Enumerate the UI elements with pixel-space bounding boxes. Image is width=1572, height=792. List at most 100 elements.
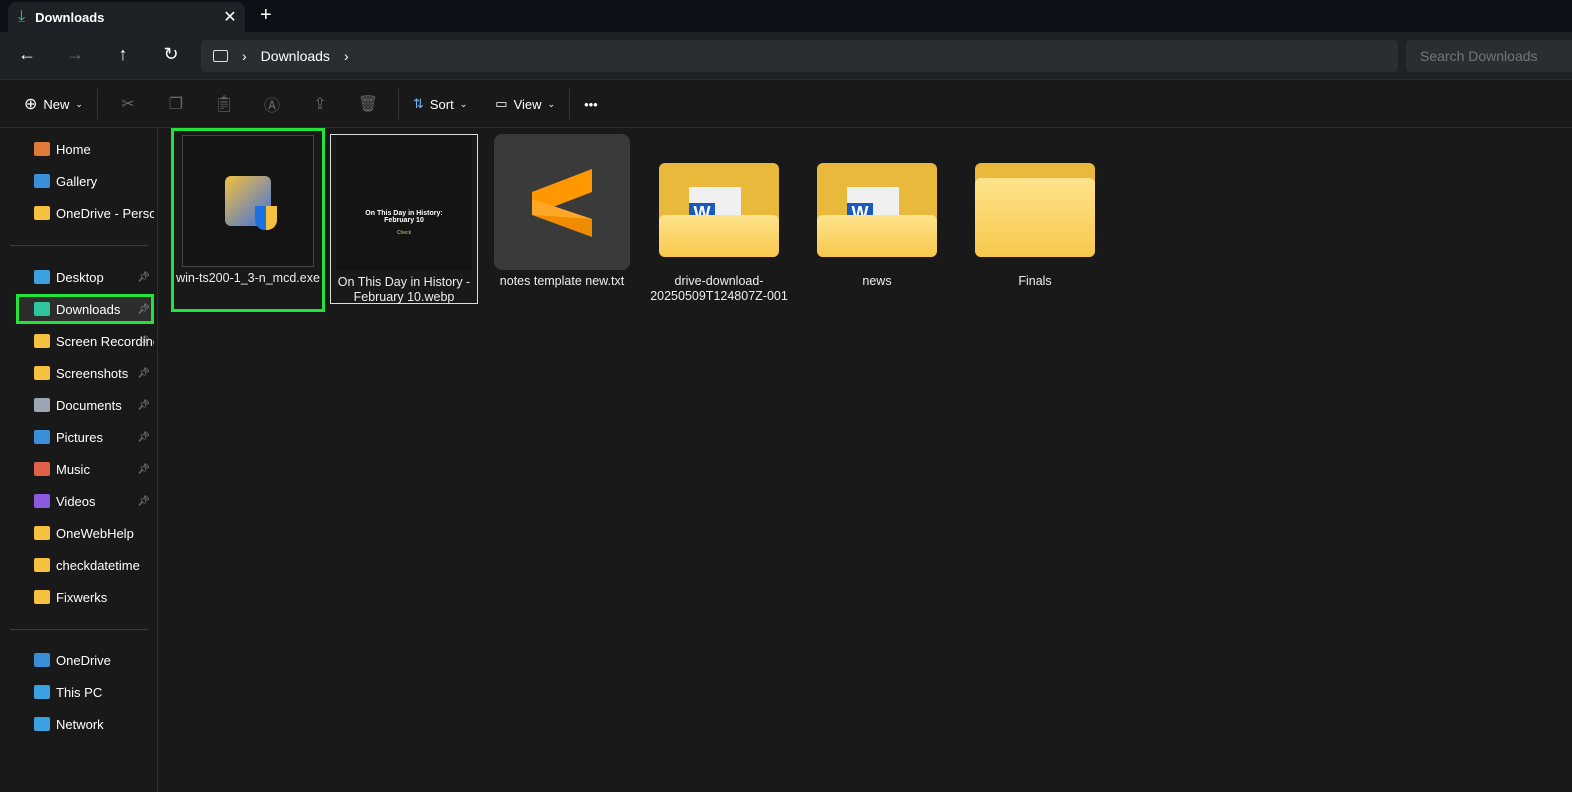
- pin-icon: 📌︎: [137, 335, 150, 347]
- sort-button[interactable]: ⇅ Sort ⌄: [405, 96, 475, 112]
- rename-icon[interactable]: Ⓐ: [248, 92, 296, 116]
- folder-icon: [34, 717, 50, 731]
- file-item[interactable]: notes template new.txt: [488, 134, 636, 289]
- search-input[interactable]: [1406, 40, 1572, 72]
- back-button[interactable]: ←: [15, 44, 39, 65]
- pin-icon: 📌︎: [137, 495, 150, 507]
- breadcrumb[interactable]: › Downloads ›: [201, 40, 1398, 72]
- monitor-icon: [213, 50, 228, 62]
- file-name: On This Day in History - February 10.web…: [337, 275, 471, 304]
- new-tab-button[interactable]: +: [260, 4, 272, 27]
- pin-icon: 📌︎: [137, 303, 150, 315]
- sort-icon: ⇅: [412, 96, 424, 111]
- command-bar: ⊕ New ⌄ ✂ ❐ 📋︎ Ⓐ ⇪ 🗑︎ ⇅ Sort ⌄ ▭ View ⌄ •••: [0, 81, 1572, 128]
- file-name: drive-download-20250509T124807Z-001: [650, 274, 788, 303]
- sidebar-item-this-pc[interactable]: ›This PC: [16, 677, 154, 707]
- view-icon: ▭: [495, 96, 508, 111]
- close-tab-button[interactable]: ✕: [215, 7, 245, 27]
- pin-icon: 📌︎: [137, 367, 150, 379]
- plus-circle-icon: ⊕: [24, 96, 38, 113]
- forward-button[interactable]: →: [63, 44, 87, 65]
- sidebar-item-videos[interactable]: Videos 📌︎: [16, 486, 154, 516]
- file-item[interactable]: On This Day in History: February 10 Check…: [330, 134, 478, 304]
- folder-icon: [34, 174, 50, 188]
- download-icon: ⤓: [18, 8, 26, 25]
- sidebar-item-gallery[interactable]: Gallery: [16, 166, 154, 196]
- file-item[interactable]: Wdrive-download-20250509T124807Z-001: [645, 134, 793, 304]
- sidebar-item-screenshots[interactable]: Screenshots 📌︎: [16, 358, 154, 388]
- divider: [10, 245, 148, 246]
- pin-icon: 📌︎: [137, 431, 150, 443]
- sidebar-item-onewebhelp[interactable]: OneWebHelp: [16, 518, 154, 548]
- chevron-right-icon[interactable]: ›: [242, 48, 247, 64]
- share-icon[interactable]: ⇪: [296, 94, 344, 114]
- folder-icon: [34, 366, 50, 380]
- pin-icon: 📌︎: [137, 399, 150, 411]
- tab-bar: ⤓ Downloads ✕ +: [0, 0, 1572, 32]
- cut-icon[interactable]: ✂: [104, 94, 152, 114]
- sidebar-item-network[interactable]: ›Network: [16, 709, 154, 739]
- installer-icon: [182, 135, 314, 267]
- folder-icon: [34, 526, 50, 540]
- folder-icon: W: [651, 134, 787, 270]
- folder-icon: [34, 653, 50, 667]
- up-button[interactable]: ↑: [111, 44, 135, 65]
- folder-icon: [34, 270, 50, 284]
- divider: [96, 89, 98, 119]
- pin-icon: 📌︎: [137, 463, 150, 475]
- chevron-down-icon: ⌄: [459, 98, 468, 109]
- folder-icon: [34, 685, 50, 699]
- tab-title: Downloads: [35, 9, 105, 25]
- new-button[interactable]: ⊕ New ⌄: [16, 94, 91, 114]
- file-name: Finals: [1018, 274, 1052, 288]
- folder-icon: [34, 302, 50, 316]
- folder-icon: [34, 142, 50, 156]
- breadcrumb-downloads[interactable]: Downloads: [261, 48, 330, 64]
- chevron-right-icon[interactable]: ›: [344, 48, 349, 64]
- sidebar-item-downloads[interactable]: Downloads 📌︎: [16, 294, 154, 324]
- sidebar-item-checkdatetime[interactable]: checkdatetime: [16, 550, 154, 580]
- folder-icon: [34, 590, 50, 604]
- folder-icon: [34, 494, 50, 508]
- file-item[interactable]: Finals: [961, 134, 1109, 289]
- paste-icon[interactable]: 📋︎: [200, 94, 248, 114]
- more-options-button[interactable]: •••: [576, 97, 606, 112]
- folder-icon: [34, 398, 50, 412]
- folder-icon: W: [809, 134, 945, 270]
- divider: [397, 89, 399, 119]
- tab-downloads[interactable]: ⤓ Downloads ✕: [8, 2, 245, 32]
- sidebar-item-desktop[interactable]: Desktop 📌︎: [16, 262, 154, 292]
- folder-icon: [34, 462, 50, 476]
- file-item[interactable]: win-ts200-1_3-n_mcd.exe: [171, 128, 325, 312]
- sidebar-item-onedrive[interactable]: ›OneDrive: [16, 645, 154, 675]
- sidebar-item-home[interactable]: Home: [16, 134, 154, 164]
- sublime-text-icon: [494, 134, 630, 270]
- divider: [10, 629, 148, 630]
- divider: [569, 89, 571, 119]
- refresh-button[interactable]: ↻: [159, 44, 183, 65]
- file-name: news: [862, 274, 892, 288]
- navigation-pane: HomeGallery›OneDrive - Personal Desktop📌︎…: [0, 128, 158, 792]
- file-item[interactable]: Wnews: [803, 134, 951, 289]
- folder-icon: [34, 334, 50, 348]
- pin-icon: 📌︎: [137, 271, 150, 283]
- sidebar-item-screen-recordings[interactable]: Screen Recordings📌︎: [16, 326, 154, 356]
- address-bar-row: ← → ↑ ↻ › Downloads ›: [0, 32, 1572, 80]
- delete-icon[interactable]: 🗑︎: [344, 94, 392, 114]
- sidebar-item-pictures[interactable]: Pictures 📌︎: [16, 422, 154, 452]
- folder-icon: [34, 558, 50, 572]
- chevron-down-icon: ⌄: [547, 98, 556, 109]
- sidebar-item-documents[interactable]: Documents 📌︎: [16, 390, 154, 420]
- copy-icon[interactable]: ❐: [152, 94, 200, 114]
- image-thumbnail: On This Day in History: February 10 Check: [336, 135, 472, 271]
- view-button[interactable]: ▭ View ⌄: [487, 96, 563, 112]
- folder-icon: [34, 206, 50, 220]
- folder-icon: [967, 134, 1103, 270]
- chevron-down-icon: ⌄: [75, 98, 83, 109]
- folder-icon: [34, 430, 50, 444]
- file-name: win-ts200-1_3-n_mcd.exe: [176, 271, 320, 285]
- sidebar-item-music[interactable]: Music 📌︎: [16, 454, 154, 484]
- sidebar-item-onedrive-personal[interactable]: ›OneDrive - Personal: [16, 198, 154, 228]
- file-name: notes template new.txt: [499, 274, 625, 288]
- sidebar-item-fixwerks[interactable]: Fixwerks: [16, 582, 154, 612]
